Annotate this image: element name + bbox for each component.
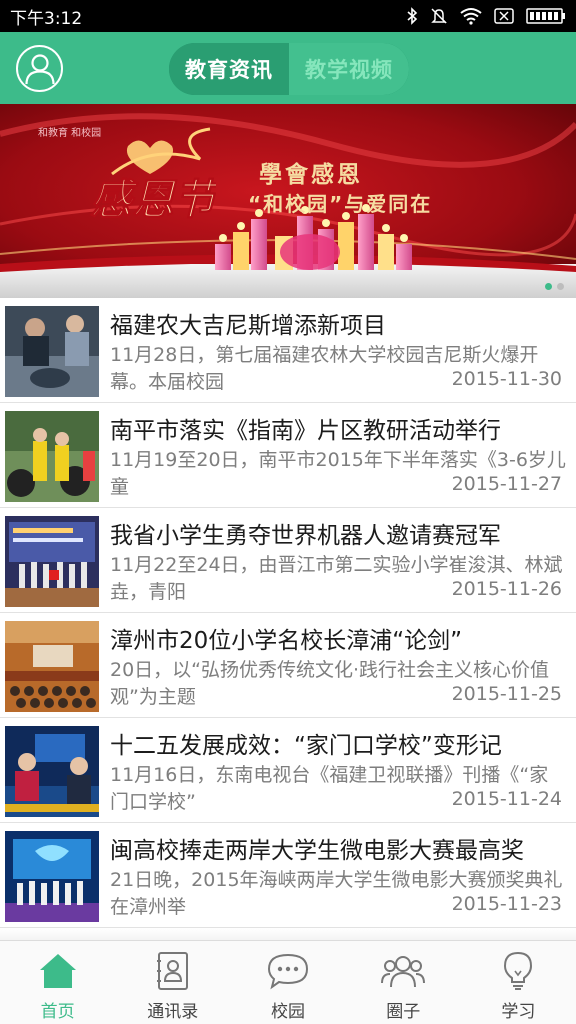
news-list: 福建农大吉尼斯增添新项目 11月28日，第七届福建农林大学校园吉尼斯火爆开幕。本… <box>0 298 576 940</box>
banner-slogan-line1: 學會感恩 <box>259 162 363 188</box>
tab-campus[interactable]: 校园 <box>230 941 345 1024</box>
carousel-indicator <box>545 283 564 290</box>
news-item[interactable]: 我省小学生勇夺世界机器人邀请赛冠军 11月22至24日，由晋江市第二实验小学崔浚… <box>0 508 576 613</box>
tab-study-label: 学习 <box>501 1002 536 1022</box>
news-thumbnail <box>5 726 99 817</box>
user-avatar-icon <box>24 53 55 84</box>
news-date: 2015-11-24 <box>445 788 562 810</box>
news-date: 2015-11-23 <box>445 893 562 915</box>
tab-contacts[interactable]: 通讯录 <box>115 941 230 1024</box>
news-thumbnail <box>5 621 99 712</box>
news-thumbnail <box>5 516 99 607</box>
no-sim-icon <box>494 8 514 24</box>
news-thumbnail <box>5 411 99 502</box>
news-thumbnail <box>5 831 99 922</box>
home-icon <box>36 949 80 993</box>
news-item[interactable]: 漳州市20位小学名校长漳浦“论剑” 20日，以“弘扬优秀传统文化·践行社会主义核… <box>0 613 576 718</box>
news-title: 漳州市20位小学名校长漳浦“论剑” <box>110 628 463 654</box>
news-item-partial <box>0 928 576 940</box>
tab-campus-label: 校园 <box>271 1002 305 1022</box>
banner-brand: 和教育 和校园 <box>38 128 102 139</box>
banner-slogan-line2: “和校园”与爱同在 <box>248 192 433 216</box>
tab-teaching-video[interactable]: 教学视频 <box>289 43 409 95</box>
news-item[interactable]: 闽高校捧走两岸大学生微电影大赛最高奖 21日晚，2015年海峡两岸大学生微电影大… <box>0 823 576 928</box>
news-date: 2015-11-30 <box>445 368 562 390</box>
status-icons <box>406 7 566 25</box>
news-date: 2015-11-26 <box>445 578 562 600</box>
status-time: 下午3:12 <box>10 8 83 29</box>
chat-bubble-icon <box>266 949 310 993</box>
festival-title: 感恩节 <box>90 175 217 225</box>
tab-education-news[interactable]: 教育资讯 <box>169 43 289 95</box>
avatar-button[interactable] <box>16 45 63 92</box>
news-title: 福建农大吉尼斯增添新项目 <box>110 313 386 339</box>
tab-study[interactable]: 学习 <box>461 941 576 1024</box>
news-title: 闽高校捧走两岸大学生微电影大赛最高奖 <box>110 838 524 864</box>
tab-home-label: 首页 <box>40 1002 75 1022</box>
tab-circle[interactable]: 圈子 <box>346 941 461 1024</box>
contacts-icon <box>151 949 195 993</box>
news-item[interactable]: 十二五发展成效：“家门口学校”变形记 11月16日，东南电视台《福建卫视联播》刊… <box>0 718 576 823</box>
lightbulb-icon <box>496 949 540 993</box>
bluetooth-icon <box>407 7 418 25</box>
category-tabs: 教育资讯 教学视频 <box>169 43 409 95</box>
tab-home[interactable]: 首页 <box>0 941 115 1024</box>
group-icon <box>381 949 426 993</box>
news-item[interactable]: 福建农大吉尼斯增添新项目 11月28日，第七届福建农林大学校园吉尼斯火爆开幕。本… <box>0 298 576 403</box>
news-date: 2015-11-27 <box>445 473 562 495</box>
news-title: 南平市落实《指南》片区教研活动举行 <box>110 418 501 444</box>
wifi-icon <box>460 8 482 25</box>
carousel-dot-1 <box>545 283 552 290</box>
news-title: 十二五发展成效：“家门口学校”变形记 <box>110 733 502 759</box>
status-bar: 下午3:12 <box>0 0 576 32</box>
carousel-dot-2 <box>557 283 564 290</box>
bottom-tab-bar: 首页 通讯录 校园 圈子 学习 <box>0 940 576 1024</box>
news-date: 2015-11-25 <box>445 683 562 705</box>
banner-carousel[interactable]: 和教育 和校园 感恩节 學會感恩 “和校园”与爱同在 <box>0 104 576 298</box>
battery-icon <box>526 8 565 24</box>
news-title: 我省小学生勇夺世界机器人邀请赛冠军 <box>110 523 501 549</box>
mute-icon <box>431 8 447 24</box>
svg-text:感恩节: 感恩节 <box>90 175 216 224</box>
tab-contacts-label: 通讯录 <box>147 1002 199 1022</box>
news-item[interactable]: 南平市落实《指南》片区教研活动举行 11月19至20日，南平市2015年下半年落… <box>0 403 576 508</box>
app-header: 教育资讯 教学视频 <box>0 32 576 104</box>
tab-circle-label: 圈子 <box>386 1002 421 1022</box>
news-thumbnail <box>5 306 99 397</box>
